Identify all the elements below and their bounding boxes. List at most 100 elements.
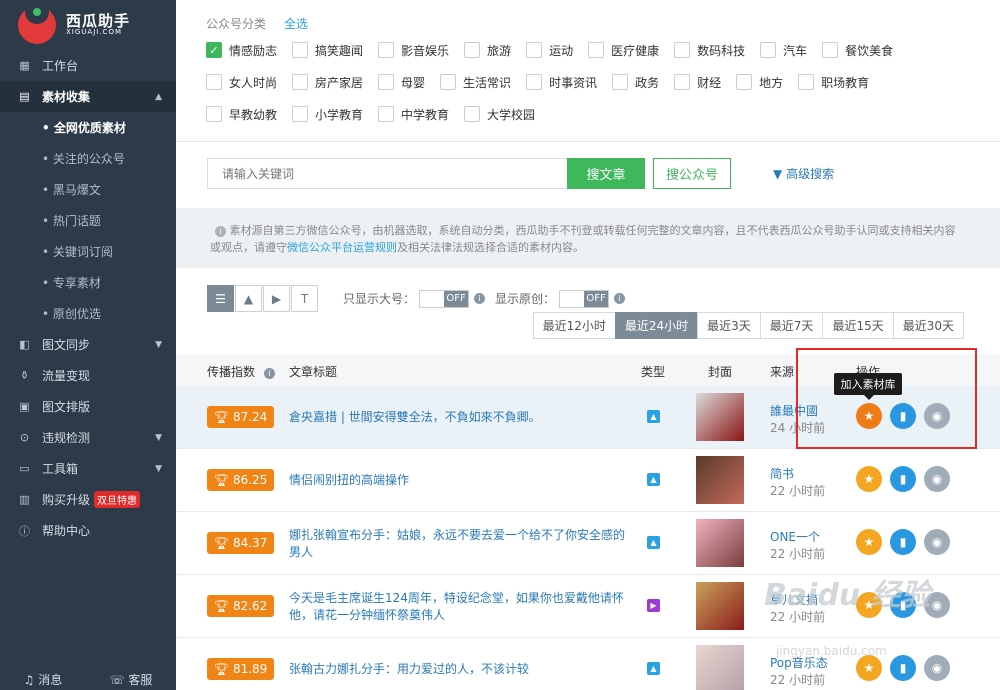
toggle-knob [420, 290, 445, 307]
category-checkbox[interactable]: 时事资讯 [526, 72, 597, 92]
sidebar-item-label: 工作台 [42, 59, 79, 73]
article-title-link[interactable]: 倉央嘉措 | 世間安得雙全法，不負如來不負卿。 [289, 409, 629, 426]
category-checkbox[interactable]: 搞笑趣闻 [292, 40, 363, 60]
article-title-link[interactable]: 娜扎张翰宣布分手：姑娘，永远不要去爱一个给不了你安全感的男人 [289, 527, 629, 561]
category-checkbox[interactable]: 餐饮美食 [822, 40, 893, 60]
rules-link[interactable]: 微信公众平台运营规则 [287, 241, 397, 254]
category-checkbox[interactable]: 地方 [736, 72, 783, 92]
source-link[interactable]: 简书 [770, 465, 825, 482]
main-content: 公众号分类 全选 ✓ 情感励志 搞笑趣闻 影音娱乐 旅游 运动 医疗健康 数码科技… [176, 0, 1000, 690]
brand-logo[interactable]: 西瓜助手 XIGUAJI.COM [0, 0, 176, 50]
search-accounts-button[interactable]: 搜公众号 [653, 158, 731, 189]
cover-thumbnail[interactable] [696, 393, 744, 441]
header-score[interactable]: 传播指数 i [207, 363, 275, 380]
category-checkbox[interactable]: 职场教育 [798, 72, 869, 92]
divider [176, 141, 1000, 142]
category-checkbox[interactable]: 数码科技 [674, 40, 745, 60]
sidebar-subitem-hot-topics[interactable]: • 热门话题 [0, 205, 176, 236]
image-filter-icon[interactable]: ▲ [235, 285, 262, 312]
preview-eye-icon[interactable]: ◉ [924, 529, 950, 555]
category-checkbox[interactable]: 汽车 [760, 40, 807, 60]
category-checkbox[interactable]: 生活常识 [440, 72, 511, 92]
category-checkbox[interactable]: 医疗健康 [588, 40, 659, 60]
category-checkbox[interactable]: 小学教育 [292, 104, 363, 124]
category-checkbox[interactable]: 政务 [612, 72, 659, 92]
layout-icon: ▣ [19, 400, 30, 413]
article-title-link[interactable]: 情侣闹别扭的高端操作 [289, 472, 629, 489]
sidebar-subitem-original[interactable]: • 原创优选 [0, 298, 176, 329]
category-checkbox[interactable]: 财经 [674, 72, 721, 92]
category-name: 情感励志 [229, 43, 278, 58]
sidebar-item-sync[interactable]: ◧ 图文同步 ▼ [0, 329, 176, 360]
category-checkbox[interactable]: 大学校园 [464, 104, 535, 124]
advanced-search-link[interactable]: ▼ 高级搜索 [773, 165, 834, 182]
category-checkbox[interactable]: 房产家居 [292, 72, 363, 92]
messages-button[interactable]: ♫ 消息 [24, 671, 63, 688]
sidebar-subitem-dark-horse[interactable]: • 黑马爆文 [0, 174, 176, 205]
tab-12h[interactable]: 最近12小时 [532, 312, 616, 339]
sidebar-item-upgrade[interactable]: ▥ 购买升级 双旦特惠 [0, 484, 176, 515]
category-name: 小学教育 [315, 107, 364, 122]
search-articles-button[interactable]: 搜文章 [567, 158, 645, 189]
category-checkbox[interactable]: 旅游 [464, 40, 511, 60]
big-account-toggle[interactable]: OFF [419, 289, 470, 308]
sidebar-item-material-collection[interactable]: ▤ 素材收集 ▲ [0, 81, 176, 112]
cover-thumbnail[interactable] [696, 645, 744, 690]
customer-service-button[interactable]: ☏ 客服 [110, 671, 153, 688]
image-type-icon: ▲ [647, 410, 660, 423]
tab-30d[interactable]: 最近30天 [892, 312, 964, 339]
row-actions: ★ ▮ ◉ [856, 466, 950, 492]
stats-chart-icon[interactable]: ▮ [890, 529, 916, 555]
video-filter-icon[interactable]: ▶ [263, 285, 290, 312]
image-type-icon: ▲ [647, 662, 660, 675]
category-checkbox[interactable]: ✓ 情感励志 [206, 40, 277, 60]
list-view-icon[interactable]: ☰ [207, 285, 234, 312]
category-checkbox[interactable]: 女人时尚 [206, 72, 277, 92]
source-link[interactable]: ONE一个 [770, 528, 825, 545]
sidebar-item-help[interactable]: ⓘ 帮助中心 [0, 515, 176, 546]
stats-chart-icon[interactable]: ▮ [890, 466, 916, 492]
stats-chart-icon[interactable]: ▮ [890, 655, 916, 681]
sidebar-item-monetize[interactable]: ⚱ 流量变现 [0, 360, 176, 391]
money-bag-icon: ⚱ [19, 369, 30, 382]
category-checkbox[interactable]: 中学教育 [378, 104, 449, 124]
disclaimer-notice: i 素材源自第三方微信公众号，由机器选取，系统自动分类，西瓜助手不刊登或转载任何… [176, 208, 1000, 268]
original-toggle[interactable]: OFF [559, 289, 610, 308]
sidebar-item-workbench[interactable]: ▦ 工作台 [0, 50, 176, 81]
keyword-input[interactable] [207, 158, 567, 189]
sidebar-subitem-quality-material[interactable]: • 全网优质素材 [0, 112, 176, 143]
sidebar-footer: ♫ 消息 ☏ 客服 [0, 668, 176, 690]
sidebar-subitem-exclusive[interactable]: • 专享素材 [0, 267, 176, 298]
grid-icon: ▦ [19, 59, 30, 72]
article-title-link[interactable]: 今天是毛主席诞生124周年，特设纪念堂，如果你也爱戴他请怀他，请花一分钟缅怀祭奠… [289, 590, 629, 624]
sidebar-item-violation-check[interactable]: ⊙ 违规检测 ▼ [0, 422, 176, 453]
article-title-link[interactable]: 张翰古力娜扎分手：用力爱过的人，不该计较 [289, 661, 629, 678]
category-checkbox[interactable]: 运动 [526, 40, 573, 60]
category-checkbox[interactable]: 影音娱乐 [378, 40, 449, 60]
preview-eye-icon[interactable]: ◉ [924, 655, 950, 681]
add-to-library-star-icon[interactable]: ★ [856, 466, 882, 492]
toggle-knob [560, 290, 585, 307]
add-to-library-star-icon[interactable]: ★ [856, 655, 882, 681]
tab-3d[interactable]: 最近3天 [697, 312, 761, 339]
category-checkbox[interactable]: 母婴 [378, 72, 425, 92]
sidebar-subitem-followed-accounts[interactable]: • 关注的公众号 [0, 143, 176, 174]
headset-icon: ☏ [109, 672, 125, 687]
sidebar-item-label: 素材收集 [42, 90, 91, 104]
tab-7d[interactable]: 最近7天 [759, 312, 824, 339]
cover-thumbnail[interactable] [696, 519, 744, 567]
add-to-library-star-icon[interactable]: ★ [856, 529, 882, 555]
cover-thumbnail[interactable] [696, 456, 744, 504]
select-all-link[interactable]: 全选 [284, 15, 308, 32]
category-name: 旅游 [487, 43, 512, 58]
sidebar-subitem-keyword-subscribe[interactable]: • 关键词订阅 [0, 236, 176, 267]
sidebar-item-layout[interactable]: ▣ 图文排版 [0, 391, 176, 422]
cover-thumbnail[interactable] [696, 582, 744, 630]
category-checkbox[interactable]: 早教幼教 [206, 104, 277, 124]
tab-24h[interactable]: 最近24小时 [614, 312, 699, 339]
preview-eye-icon[interactable]: ◉ [924, 466, 950, 492]
tab-15d[interactable]: 最近15天 [822, 312, 894, 339]
table-row: 🏆︎ 86.25 情侣闹别扭的高端操作 ▲ 简书 22 小时前 ★ ▮ ◉ [176, 449, 1000, 512]
sidebar-item-toolbox[interactable]: ▭ 工具箱 ▼ [0, 453, 176, 484]
text-filter-icon[interactable]: T [291, 285, 318, 312]
